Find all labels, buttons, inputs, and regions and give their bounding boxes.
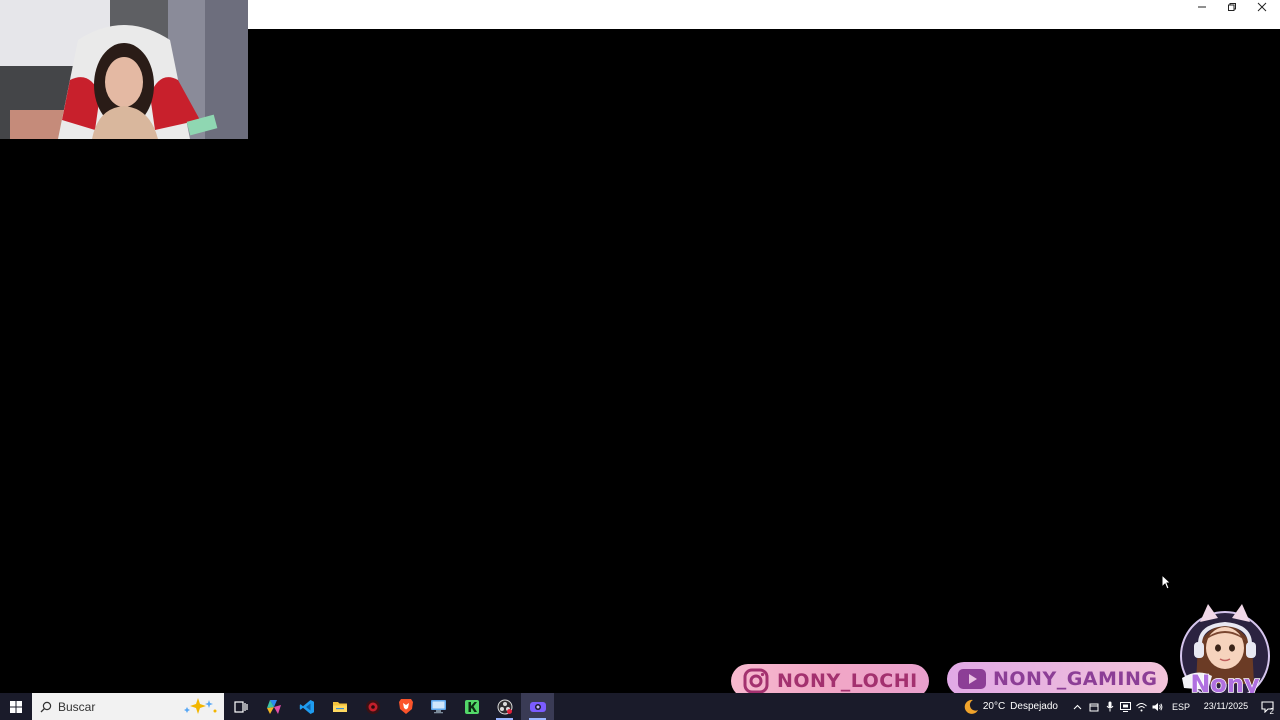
wifi-icon <box>1136 702 1148 711</box>
weather-temperature: 20°C <box>982 701 1006 712</box>
taskbar: Buscar 20°C Despejado ESP 23/11/2025 2 <box>0 693 1280 720</box>
brave-browser-icon <box>398 699 413 714</box>
vscode-icon <box>299 699 314 714</box>
notification-count-badge: 2 <box>1269 707 1274 716</box>
window-title-bar <box>248 0 1280 29</box>
minimize-button[interactable] <box>1187 0 1217 14</box>
streaming-app-taskbar-button[interactable] <box>521 693 554 720</box>
volume-button[interactable] <box>1150 693 1166 720</box>
game-launcher-taskbar-button[interactable] <box>356 693 389 720</box>
app-k-taskbar-button[interactable] <box>455 693 488 720</box>
chevron-up-icon <box>1074 704 1082 709</box>
tray-app-button[interactable] <box>1086 693 1102 720</box>
instagram-icon <box>741 666 771 696</box>
task-view-button[interactable] <box>224 693 257 720</box>
remote-desktop-taskbar-button[interactable] <box>422 693 455 720</box>
vscode-taskbar-button[interactable] <box>290 693 323 720</box>
app-k-icon <box>464 699 479 714</box>
moon-weather-icon <box>964 699 978 714</box>
show-hidden-icons-button[interactable] <box>1070 693 1086 720</box>
streamer-avatar-logo: Nony <box>1180 604 1270 701</box>
desktop-screen: NONY_LOCHI NONY_GAMING Nony Buscar 20°C … <box>0 0 1280 720</box>
youtube-play-icon <box>957 664 987 694</box>
file-explorer-icon <box>332 701 347 712</box>
display-icon <box>1120 701 1132 712</box>
input-language-indicator[interactable]: ESP <box>1172 702 1190 712</box>
copilot-taskbar-button[interactable] <box>257 693 290 720</box>
network-button[interactable] <box>1134 693 1150 720</box>
weather-widget[interactable]: 20°C Despejado <box>963 699 1058 715</box>
obs-studio-icon <box>497 699 512 714</box>
game-launcher-icon <box>365 699 380 714</box>
search-placeholder: Buscar <box>58 699 96 714</box>
window-tray-icon <box>1089 703 1099 711</box>
microphone-button[interactable] <box>1102 693 1118 720</box>
restore-icon <box>1228 3 1236 11</box>
youtube-handle: NONY_GAMING <box>993 668 1158 690</box>
search-icon <box>40 701 52 712</box>
taskbar-search-box[interactable]: Buscar <box>32 693 224 720</box>
streaming-app-icon <box>529 701 546 712</box>
mouse-cursor-icon <box>1161 574 1171 590</box>
instagram-handle: NONY_LOCHI <box>777 670 918 692</box>
youtube-banner: NONY_GAMING <box>947 662 1168 696</box>
obs-studio-taskbar-button[interactable] <box>488 693 521 720</box>
task-view-icon <box>233 700 248 713</box>
system-tray: 20°C Despejado ESP 23/11/2025 2 <box>963 693 1280 720</box>
microphone-icon <box>1106 701 1114 712</box>
webcam-overlay <box>0 0 248 139</box>
webcam-feed-image <box>0 0 248 139</box>
remote-desktop-icon <box>431 700 446 714</box>
brave-browser-taskbar-button[interactable] <box>389 693 422 720</box>
search-highlight-sparkle-icon <box>184 698 217 714</box>
notification-center-button[interactable]: 2 <box>1254 693 1280 720</box>
copilot-icon <box>266 699 281 714</box>
weather-description: Despejado <box>1010 701 1058 712</box>
taskbar-date[interactable]: 23/11/2025 <box>1198 693 1254 720</box>
windows-logo-icon <box>10 700 22 713</box>
start-button[interactable] <box>0 693 32 720</box>
close-button[interactable] <box>1247 0 1277 14</box>
speaker-icon <box>1152 702 1163 711</box>
minimize-icon <box>1198 6 1206 8</box>
close-icon <box>1257 2 1267 12</box>
display-tray-button[interactable] <box>1118 693 1134 720</box>
restore-button[interactable] <box>1217 0 1247 14</box>
file-explorer-taskbar-button[interactable] <box>323 693 356 720</box>
